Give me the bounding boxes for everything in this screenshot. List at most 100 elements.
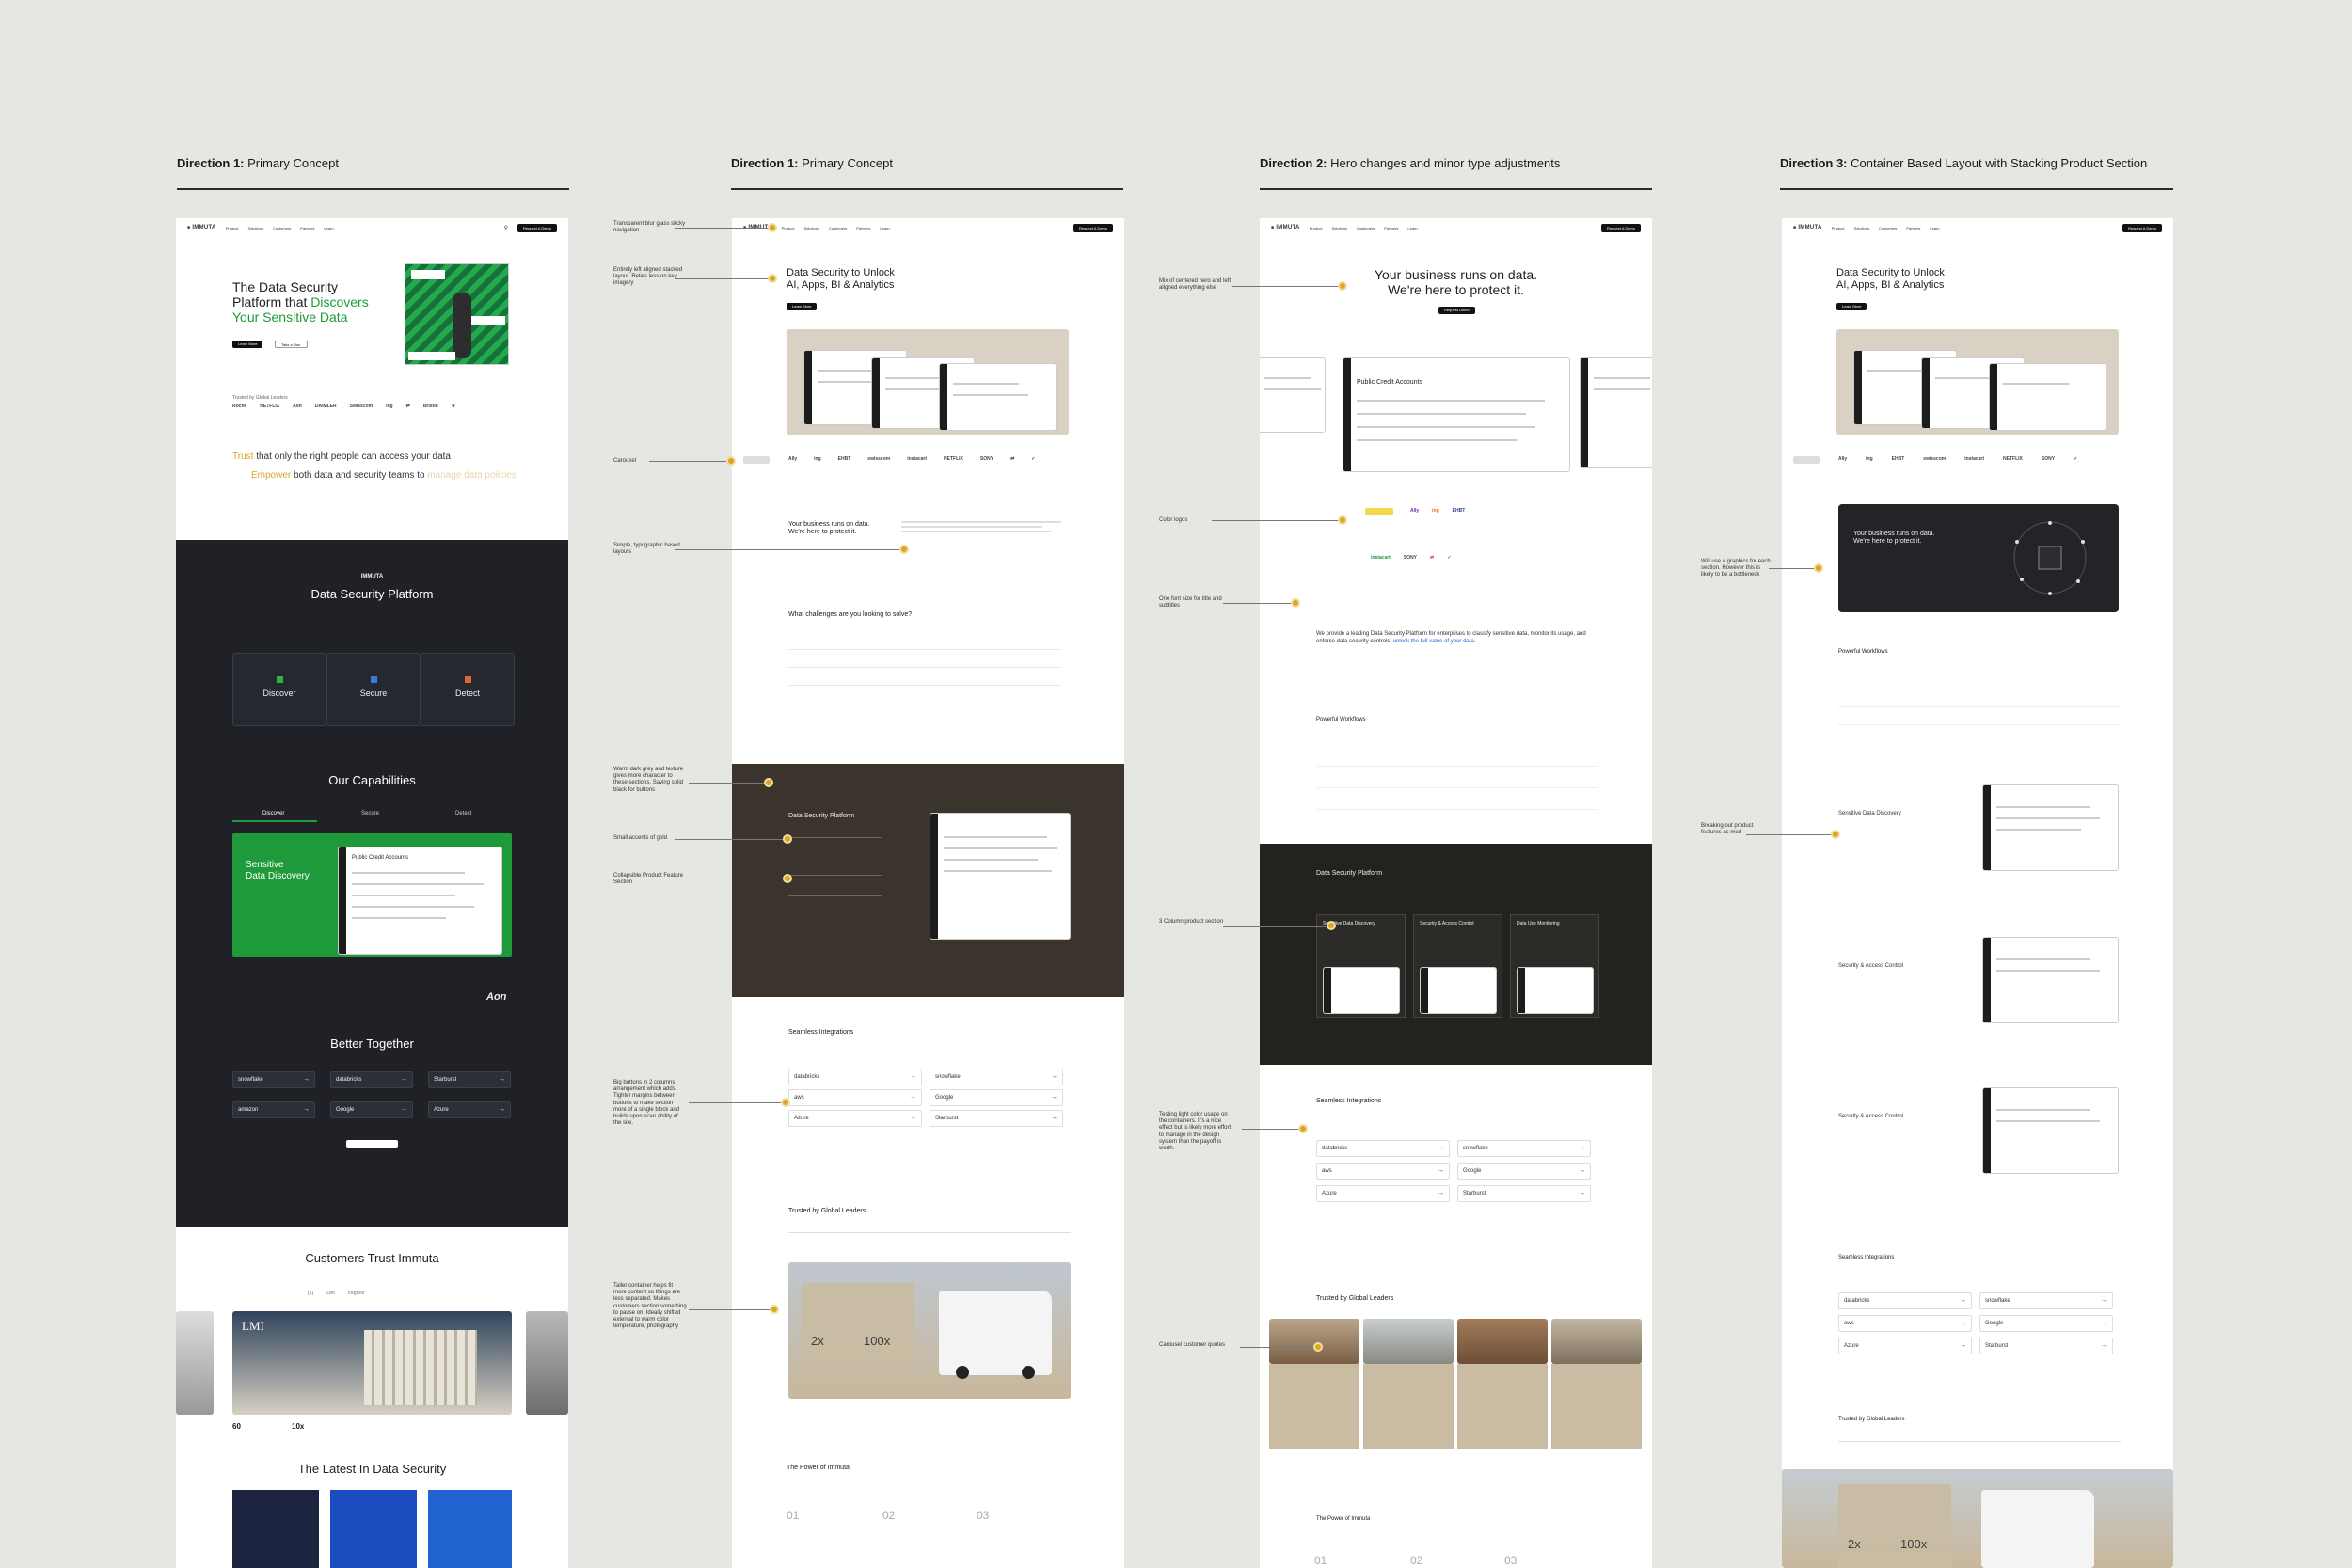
card-detect[interactable]: Detect bbox=[421, 653, 515, 726]
logo-carousel: Ally ing EHBT swisscom instacart NETFLIX… bbox=[788, 456, 1035, 462]
immuta-logo[interactable]: IMMUTA bbox=[1793, 225, 1822, 230]
request-demo-button[interactable]: Request A Demo bbox=[516, 223, 557, 232]
tab-detect[interactable]: Detect bbox=[455, 811, 471, 816]
nav-learn[interactable]: Learn bbox=[324, 226, 333, 230]
nav-customers[interactable]: Customers bbox=[1357, 226, 1375, 230]
integration-aws[interactable]: aws bbox=[1838, 1315, 1972, 1332]
nav-solutions[interactable]: Solutions bbox=[803, 226, 818, 230]
annotation-note: Entirely left aligned stacked layout. Re… bbox=[613, 267, 683, 287]
nav-customers[interactable]: Customers bbox=[829, 226, 847, 230]
column-heading-2: Direction 1: Primary Concept bbox=[731, 156, 893, 170]
integration-databricks[interactable]: databricks bbox=[330, 1071, 413, 1088]
article-card-2[interactable] bbox=[330, 1490, 417, 1568]
logo-instacart: instacart bbox=[1371, 555, 1391, 561]
nav-customers[interactable]: Customers bbox=[1879, 226, 1897, 230]
integration-google[interactable]: Google bbox=[1457, 1163, 1591, 1180]
integration-snowflake[interactable]: snowflake bbox=[930, 1069, 1063, 1085]
hero-title: The Data Security Platform that Discover… bbox=[232, 279, 369, 325]
integration-snowflake[interactable]: snowflake bbox=[232, 1071, 315, 1088]
nav-product[interactable]: Product bbox=[226, 226, 239, 230]
carousel-chip[interactable] bbox=[1793, 456, 1820, 464]
card-secure[interactable]: Secure bbox=[326, 653, 421, 726]
customer-slide-lmi[interactable]: LMI bbox=[232, 1311, 512, 1415]
integration-amazon[interactable]: amazon bbox=[232, 1101, 315, 1118]
nav-customers[interactable]: Customers bbox=[273, 226, 291, 230]
col-card-3[interactable]: Data Use Monitoring bbox=[1510, 914, 1599, 1018]
request-demo-button[interactable]: Request A Demo bbox=[1600, 223, 1641, 232]
learn-more-button[interactable]: Learn More bbox=[232, 341, 263, 348]
top-nav: IMMUTA Product Solutions Customers Partn… bbox=[1271, 223, 1641, 232]
nav-solutions[interactable]: Solutions bbox=[1331, 226, 1346, 230]
col-card-2[interactable]: Security & Access Control bbox=[1413, 914, 1502, 1018]
carousel-chip[interactable] bbox=[743, 456, 770, 464]
platform-section-3col: Data Security Platform Sensitive Data Di… bbox=[1260, 844, 1652, 1065]
search-icon[interactable]: ⚲ bbox=[504, 225, 508, 231]
nav-product[interactable]: Product bbox=[1310, 226, 1323, 230]
integration-snowflake[interactable]: snowflake bbox=[1457, 1140, 1591, 1157]
quote-card-4[interactable] bbox=[1551, 1364, 1642, 1449]
take-tour-button[interactable]: Take a Tour bbox=[275, 341, 308, 348]
hero-product-panel bbox=[1836, 329, 2119, 435]
nav-product[interactable]: Product bbox=[1832, 226, 1845, 230]
nav-partners[interactable]: Partners bbox=[1906, 226, 1920, 230]
quote-card-1[interactable] bbox=[1269, 1364, 1359, 1449]
integration-azure[interactable]: Azure bbox=[1838, 1338, 1972, 1354]
carousel-next-slide[interactable] bbox=[526, 1311, 568, 1415]
request-demo-button[interactable]: Request A Demo bbox=[1073, 223, 1113, 232]
article-card-3[interactable] bbox=[428, 1490, 512, 1568]
nav-learn[interactable]: Learn bbox=[1407, 226, 1417, 230]
request-demo-button[interactable]: Request A Demo bbox=[2122, 223, 2162, 232]
logo-star-icon: ★ bbox=[451, 404, 456, 409]
logo-netflix: NETFLIX bbox=[2003, 456, 2023, 462]
learn-more-button[interactable]: Learn More bbox=[1836, 303, 1867, 310]
nav-partners[interactable]: Partners bbox=[1384, 226, 1398, 230]
integration-starburst[interactable]: Starburst bbox=[1457, 1185, 1591, 1202]
integration-aws[interactable]: aws bbox=[1316, 1163, 1450, 1180]
carousel-prev-slide[interactable] bbox=[176, 1311, 214, 1415]
nav-learn[interactable]: Learn bbox=[880, 226, 889, 230]
integration-databricks[interactable]: databricks bbox=[788, 1069, 922, 1085]
truck-image bbox=[939, 1291, 1052, 1379]
capabilities-title: Our Capabilities bbox=[328, 773, 416, 787]
immuta-logo[interactable]: IMMUTA bbox=[1271, 225, 1300, 230]
step-03: 03 bbox=[977, 1509, 990, 1522]
hero-title: Data Security to Unlock AI, Apps, BI & A… bbox=[1836, 267, 1945, 291]
view-all-button[interactable] bbox=[346, 1140, 398, 1148]
integration-google[interactable]: Google bbox=[330, 1101, 413, 1118]
integration-aws[interactable]: aws bbox=[788, 1089, 922, 1106]
integration-azure[interactable]: Azure bbox=[428, 1101, 511, 1118]
learn-more-button[interactable]: Learn More bbox=[787, 303, 818, 310]
integration-starburst[interactable]: Starburst bbox=[1979, 1338, 2113, 1354]
integration-snowflake[interactable]: snowflake bbox=[1979, 1292, 2113, 1309]
article-card-1[interactable] bbox=[232, 1490, 319, 1568]
nav-learn[interactable]: Learn bbox=[1930, 226, 1939, 230]
nav-product[interactable]: Product bbox=[782, 226, 795, 230]
integration-starburst[interactable]: Starburst bbox=[428, 1071, 511, 1088]
quote-card-2[interactable] bbox=[1363, 1364, 1454, 1449]
tab-secure[interactable]: Secure bbox=[361, 811, 379, 816]
card-discover[interactable]: Discover bbox=[232, 653, 326, 726]
tab-discover[interactable]: Discover bbox=[262, 811, 284, 816]
integration-starburst[interactable]: Starburst bbox=[930, 1110, 1063, 1127]
integration-databricks[interactable]: databricks bbox=[1838, 1292, 1972, 1309]
logo-swisscom: Swisscom bbox=[349, 404, 373, 409]
logo-check-icon: ✓ bbox=[1447, 555, 1452, 561]
color-logo-chip[interactable] bbox=[1365, 508, 1393, 515]
nav-solutions[interactable]: Solutions bbox=[247, 226, 262, 230]
integration-databricks[interactable]: databricks bbox=[1316, 1140, 1450, 1157]
quote-card-3[interactable] bbox=[1457, 1364, 1548, 1449]
nav-solutions[interactable]: Solutions bbox=[1853, 226, 1868, 230]
customer-story-card[interactable]: 2x 100x bbox=[788, 1262, 1071, 1399]
annotation-dot bbox=[1313, 1342, 1323, 1352]
request-demo-button-hero[interactable]: Request Demo bbox=[1438, 307, 1475, 314]
integration-google[interactable]: Google bbox=[1979, 1315, 2113, 1332]
integration-google[interactable]: Google bbox=[930, 1089, 1063, 1106]
integration-azure[interactable]: Azure bbox=[788, 1110, 922, 1127]
annotation-line bbox=[1223, 926, 1328, 927]
immuta-logo[interactable]: IMMUTA bbox=[187, 225, 216, 230]
nav-partners[interactable]: Partners bbox=[856, 226, 870, 230]
nav-partners[interactable]: Partners bbox=[300, 226, 314, 230]
integration-azure[interactable]: Azure bbox=[1316, 1185, 1450, 1202]
customer-story-card[interactable]: 2x 100x bbox=[1782, 1469, 2173, 1568]
annotation-dot bbox=[1298, 1124, 1308, 1133]
